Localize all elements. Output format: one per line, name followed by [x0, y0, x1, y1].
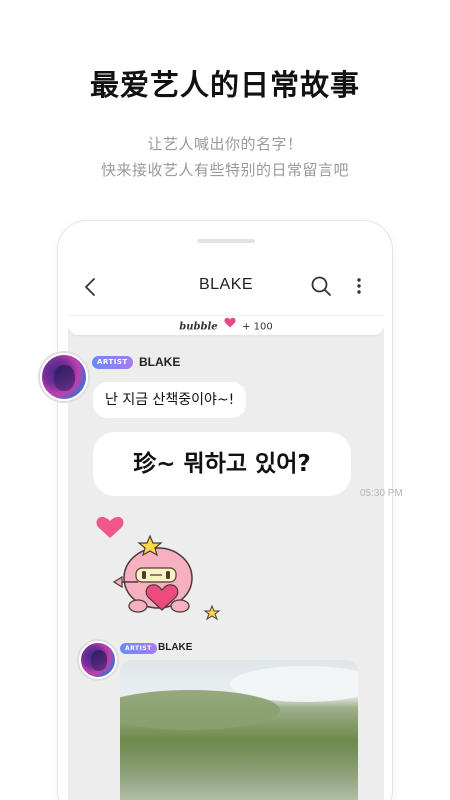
message-text: 난 지금 산책중이야~!	[105, 392, 235, 408]
chat-title: BLAKE	[198, 276, 254, 293]
sticker-heart-icon	[96, 516, 124, 538]
promo-title: 最爱艺人的日常故事	[83, 62, 366, 104]
sender-name: BLAKE	[158, 642, 193, 653]
message-text: 珍~ 뭐하고 있어?	[133, 451, 311, 477]
avatar[interactable]	[79, 641, 117, 679]
message-timestamp: 05:30 PM	[360, 488, 403, 499]
artist-badge: ARTIST	[120, 643, 157, 654]
more-vertical-icon[interactable]	[351, 274, 367, 298]
avatar-figure	[90, 650, 107, 671]
sender-name: BLAKE	[139, 355, 181, 369]
avatar[interactable]	[40, 353, 88, 401]
character-sticker[interactable]	[86, 510, 226, 630]
search-icon[interactable]	[309, 274, 333, 298]
promo-subtitle-line2: 快来接收艺人有些特别的日常留言吧	[100, 161, 349, 179]
heart-icon	[224, 316, 236, 335]
photo-message[interactable]	[120, 660, 358, 800]
promo-header: 最爱艺人的日常故事	[0, 62, 450, 104]
artist-badge: ARTIST	[92, 356, 133, 369]
phone-speaker	[197, 239, 255, 243]
avatar-figure	[54, 364, 76, 392]
message-bubble-large[interactable]: 珍~ 뭐하고 있어?	[93, 432, 351, 496]
app-bar: BLAKE	[68, 259, 384, 315]
bubble-brand: bubble	[179, 321, 218, 333]
photo-hill	[120, 690, 280, 730]
message-bubble[interactable]: 난 지금 산책중이야~!	[93, 382, 247, 418]
bubble-count: + 100	[242, 321, 273, 333]
promo-subtitle-line1: 让艺人喊出你的名字！	[147, 135, 303, 153]
promo-title-text: 最爱艺人的日常故事	[89, 68, 360, 102]
bubble-count-bar: bubble + 100	[68, 315, 384, 335]
photo-fade	[120, 740, 358, 800]
